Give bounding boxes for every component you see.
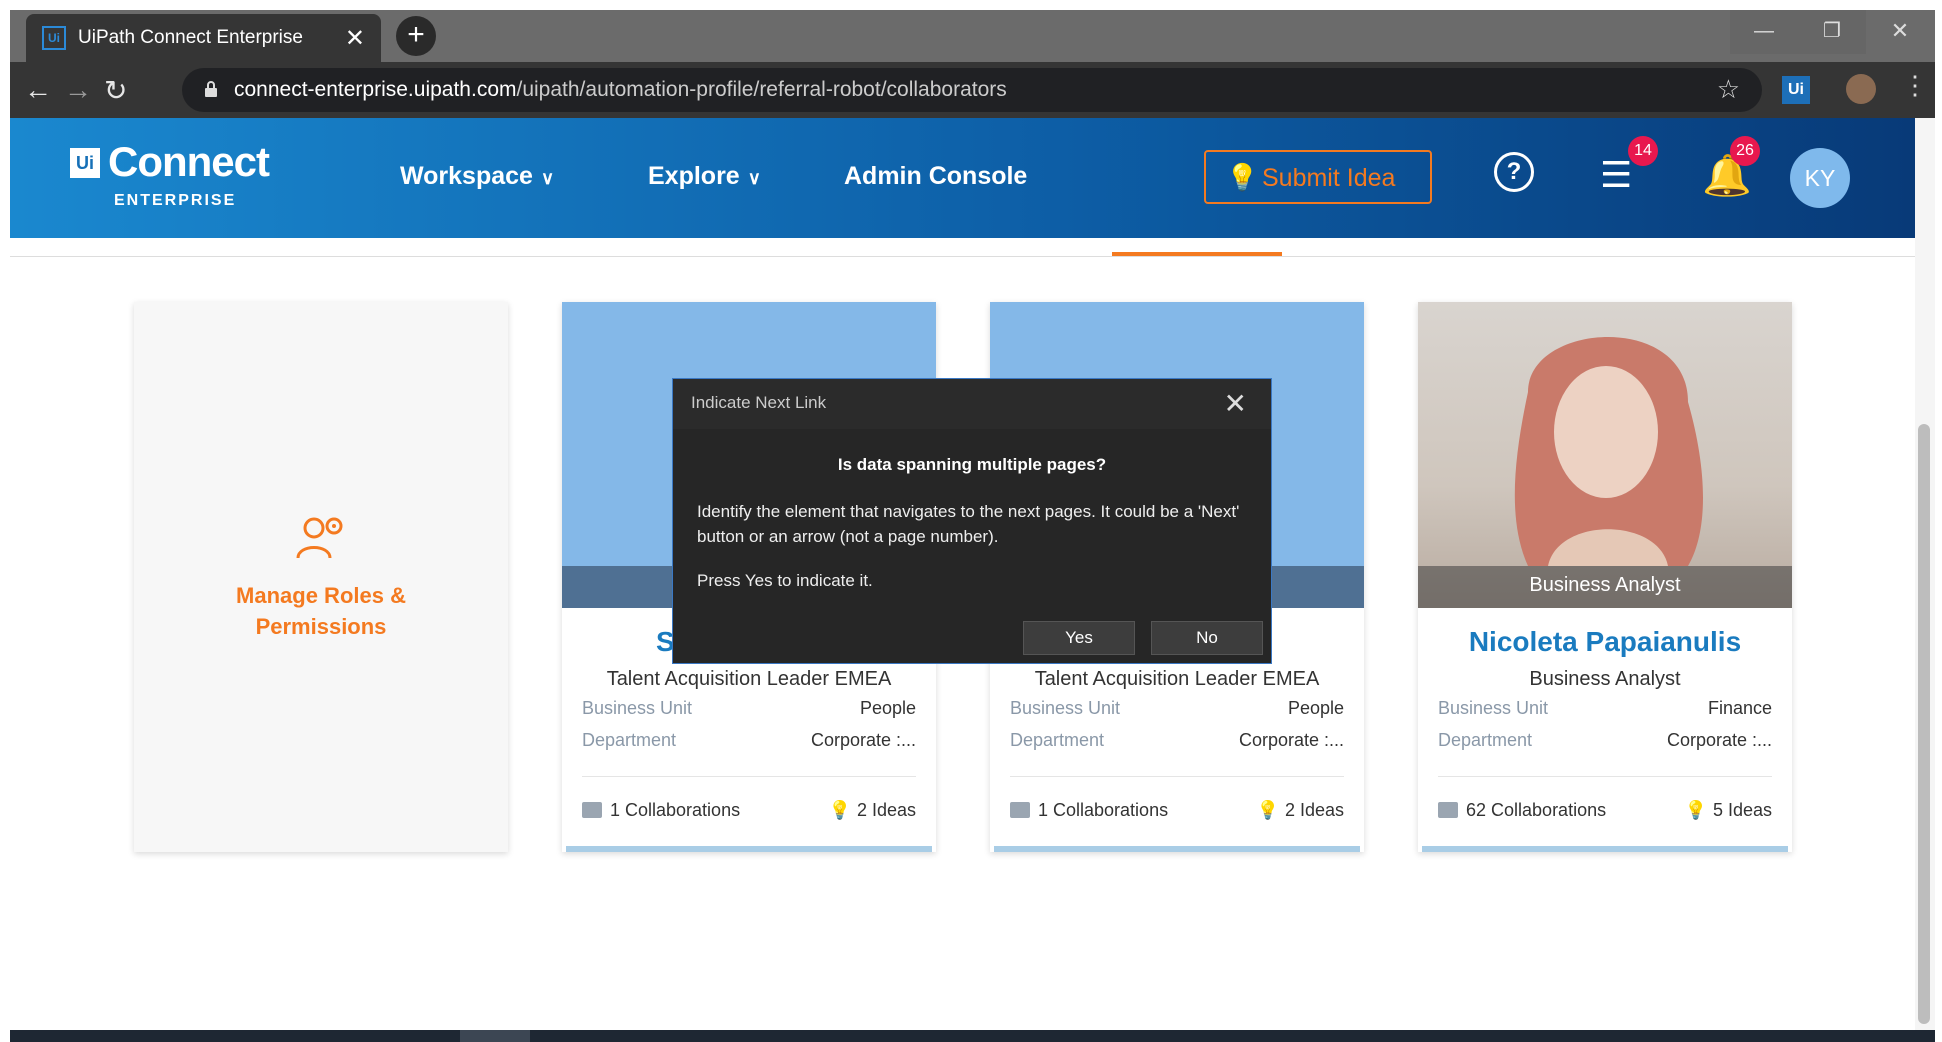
ideas-count: 💡 2 Ideas [828, 800, 916, 820]
dialog-titlebar: Indicate Next Link [673, 379, 1271, 429]
yes-button[interactable]: Yes [1023, 621, 1135, 655]
submit-idea-button[interactable]: 💡 Submit Idea [1204, 150, 1432, 204]
folder-icon [582, 802, 602, 818]
ideas-count: 💡 2 Ideas [1256, 800, 1344, 820]
chevron-down-icon: ∨ [747, 168, 761, 188]
tasks-badge: 14 [1628, 136, 1658, 166]
divider [1438, 776, 1772, 777]
collaborator-role: Talent Acquisition Leader EMEA [1034, 668, 1320, 690]
collaborator-role: Business Analyst [1529, 668, 1681, 690]
forward-arrow-icon[interactable]: → [64, 74, 92, 106]
card-bottom-bar [994, 846, 1360, 852]
collaborator-name[interactable]: Nicoleta Papaianulis [1418, 626, 1792, 658]
minimize-window-button[interactable]: — [1730, 10, 1798, 54]
photo-role-label: Business Analyst [1529, 574, 1681, 596]
lock-icon [205, 81, 217, 97]
restore-window-button[interactable]: ❐ [1798, 10, 1866, 54]
divider [1010, 776, 1344, 777]
browser-menu-icon[interactable]: ⋮ [1902, 70, 1928, 101]
uipath-extension-icon[interactable]: Ui [1782, 76, 1810, 104]
manage-roles-card[interactable]: Manage Roles & Permissions [134, 302, 508, 852]
dialog-title: Indicate Next Link [691, 393, 827, 412]
tab-title: UiPath Connect Enterprise [78, 27, 303, 48]
card-bottom-bar [566, 846, 932, 852]
profile-photo [1418, 302, 1792, 608]
lightbulb-icon: 💡 [1256, 800, 1279, 820]
notifications-badge: 26 [1730, 136, 1760, 166]
business-unit-row: Business Unit People [1010, 698, 1344, 718]
dialog-body-text: Identify the element that navigates to t… [697, 502, 1240, 546]
collaborator-role: Talent Acquisition Leader EMEA [606, 668, 892, 690]
active-tab-indicator [1112, 252, 1282, 256]
tabs-divider [10, 256, 1915, 257]
business-unit-row: Business Unit People [582, 698, 916, 718]
user-settings-icon [296, 517, 343, 559]
uipath-favicon-icon: Ui [42, 26, 66, 50]
profile-avatar-icon[interactable] [1846, 74, 1876, 104]
department-row: Department Corporate :... [582, 730, 916, 750]
taskbar [10, 1030, 1935, 1042]
tab-close-icon[interactable]: ✕ [345, 24, 365, 53]
dialog-instruction: Press Yes to indicate it. [697, 571, 873, 590]
logo-subtitle: ENTERPRISE [114, 192, 237, 209]
portrait-image [1514, 337, 1703, 566]
scrollbar-thumb[interactable] [1918, 424, 1930, 1024]
browser-tab[interactable]: Ui UiPath Connect Enterprise ✕ [26, 14, 381, 62]
uipath-logo-mark: Ui [70, 148, 100, 178]
lightbulb-icon: 💡 [1226, 162, 1259, 192]
address-bar[interactable]: connect-enterprise.uipath.com/uipath/aut… [182, 68, 1762, 112]
url-text: connect-enterprise.uipath.com/uipath/aut… [234, 78, 1007, 101]
new-tab-button[interactable]: + [396, 16, 436, 56]
screen: Ui UiPath Connect Enterprise ✕ + — ❐ ✕ ←… [0, 0, 1942, 1042]
lightbulb-icon: 💡 [1684, 800, 1707, 820]
folder-icon [1010, 802, 1030, 818]
app-header: Ui Connect ENTERPRISE Workspace ∨ Explore… [10, 118, 1915, 238]
folder-icon [1438, 802, 1458, 818]
collaborator-card[interactable]: Business Analyst Nicoleta Papaianulis Bu… [1418, 302, 1792, 852]
divider [582, 776, 916, 777]
logo-text[interactable]: Connect [108, 138, 270, 186]
lightbulb-icon: 💡 [828, 800, 851, 820]
bookmark-star-icon[interactable]: ☆ [1717, 74, 1740, 105]
collaborations-count: 1 Collaborations [582, 800, 740, 821]
dialog-question: Is data spanning multiple pages? [837, 455, 1107, 474]
nav-admin-console[interactable]: Admin Console [844, 162, 1027, 191]
department-row: Department Corporate :... [1438, 730, 1772, 750]
taskbar-item[interactable] [460, 1030, 530, 1042]
browser-toolbar: ← → ↻ connect-enterprise.uipath.com/uipa… [10, 62, 1935, 118]
close-window-button[interactable]: ✕ [1866, 10, 1934, 54]
reload-icon[interactable]: ↻ [104, 74, 127, 107]
department-row: Department Corporate :... [1010, 730, 1344, 750]
help-icon[interactable]: ? [1494, 152, 1534, 192]
dialog-close-icon[interactable]: ✕ [1224, 387, 1247, 420]
no-button[interactable]: No [1151, 621, 1263, 655]
card-bottom-bar [1422, 846, 1788, 852]
business-unit-row: Business Unit Finance [1438, 698, 1772, 718]
user-avatar[interactable]: KY [1790, 148, 1850, 208]
manage-roles-label: Manage Roles & Permissions [236, 583, 406, 639]
collaborations-count: 1 Collaborations [1010, 800, 1168, 821]
chevron-down-icon: ∨ [540, 168, 555, 188]
nav-workspace[interactable]: Workspace ∨ [400, 162, 554, 191]
tasks-checklist-icon[interactable]: ☰ [1600, 154, 1632, 196]
indicate-next-link-dialog: Indicate Next Link ✕ Is data spanning mu… [672, 378, 1272, 664]
collaborations-count: 62 Collaborations [1438, 800, 1606, 821]
ideas-count: 💡 5 Ideas [1684, 800, 1772, 820]
nav-explore[interactable]: Explore ∨ [648, 162, 761, 191]
back-arrow-icon[interactable]: ← [24, 74, 52, 106]
